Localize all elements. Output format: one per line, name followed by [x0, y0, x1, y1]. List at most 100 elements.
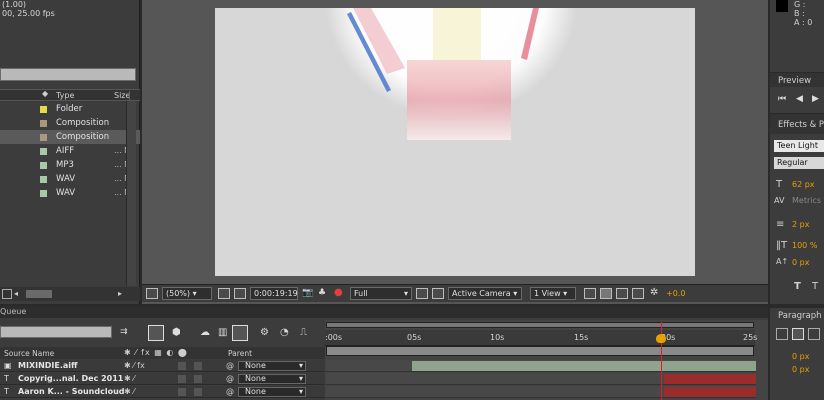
layer-track[interactable]	[326, 373, 756, 385]
graph-editor-icon[interactable]: ⎍	[300, 327, 307, 338]
project-item[interactable]: WAV ... M	[0, 172, 140, 186]
auto-keyframe-icon[interactable]: ◔	[280, 327, 289, 338]
camera-dropdown[interactable]: Active Camera ▾	[448, 287, 522, 300]
layer-switch-box[interactable]	[178, 375, 186, 383]
label-swatch[interactable]	[40, 134, 47, 141]
layer-switch-box[interactable]	[178, 388, 186, 396]
motion-blur-icon[interactable]	[232, 325, 248, 341]
pickwhip-icon[interactable]: @	[226, 374, 234, 383]
always-preview-icon[interactable]	[146, 288, 158, 299]
align-center-icon[interactable]	[792, 328, 804, 340]
frame-blending-icon[interactable]: ▥	[218, 327, 227, 338]
faux-bold-button[interactable]: T	[794, 281, 801, 292]
toggle-pixel-aspect-icon[interactable]	[584, 288, 596, 299]
baseline-shift-value[interactable]: 0 px	[792, 258, 809, 267]
scroll-right-icon[interactable]: ▸	[118, 289, 122, 298]
project-scrollbar[interactable]	[126, 101, 136, 286]
layer-row[interactable]: T Aaron K... - Soundcloud ✱ ⁄ @ None ▾	[0, 386, 325, 398]
view-layout-dropdown[interactable]: 1 View ▾	[530, 287, 576, 300]
label-column-icon[interactable]: ◆	[42, 89, 48, 98]
type-column-header[interactable]: Type	[56, 91, 74, 100]
time-navigator-bar[interactable]	[326, 346, 754, 356]
font-size-value[interactable]: 62 px	[792, 180, 815, 189]
indent-right-value[interactable]: 0 px	[792, 365, 809, 374]
layer-duration-bar[interactable]	[664, 374, 756, 384]
size-column-header[interactable]: Size	[114, 91, 130, 100]
layer-switches[interactable]: ✱ ⁄	[124, 387, 135, 396]
brainstorm-icon[interactable]: ⚙	[260, 327, 269, 338]
layer-switch-box[interactable]	[194, 375, 202, 383]
exposure-icon[interactable]: ✲	[650, 287, 658, 298]
label-swatch[interactable]	[40, 106, 47, 113]
faux-italic-button[interactable]: T	[812, 281, 818, 292]
region-of-interest-icon[interactable]	[234, 288, 246, 299]
label-swatch[interactable]	[40, 162, 47, 169]
layer-switch-box[interactable]	[194, 362, 202, 370]
parent-dropdown[interactable]: None ▾	[238, 374, 306, 384]
current-time-field[interactable]: 0:00:19:19	[250, 287, 298, 300]
pickwhip-icon[interactable]: @	[226, 387, 234, 396]
vertical-scale-value[interactable]: 100 %	[792, 241, 817, 250]
project-item[interactable]: MP3 ... M	[0, 158, 140, 172]
exposure-value[interactable]: +0.0	[666, 289, 685, 298]
comp-flowchart-icon[interactable]	[632, 288, 644, 299]
project-item-selected[interactable]: Composition	[0, 130, 140, 144]
composition-canvas[interactable]	[215, 8, 695, 276]
align-right-icon[interactable]	[808, 328, 820, 340]
scroll-left-icon[interactable]: ◂	[14, 289, 22, 299]
comp-mini-flowchart-icon[interactable]: ⇉	[120, 327, 128, 337]
resolution-dropdown[interactable]: Full ▾	[350, 287, 412, 300]
time-ruler[interactable]: :00s 05s 10s 15s 20s 25s	[325, 330, 757, 346]
pickwhip-icon[interactable]: @	[226, 361, 234, 370]
parent-dropdown[interactable]: None ▾	[238, 387, 306, 397]
layer-row[interactable]: T Copyrig...nal. Dec 2011 ✱ ⁄ @ None ▾	[0, 373, 325, 385]
project-item[interactable]: Composition	[0, 116, 140, 130]
current-time-indicator-handle[interactable]	[656, 334, 666, 343]
layer-track[interactable]	[326, 386, 756, 398]
indent-left-value[interactable]: 0 px	[792, 352, 809, 361]
layer-row[interactable]: ▣ MIXINDIE.aiff ✱ ⁄ fx @ None ▾	[0, 360, 325, 372]
font-family-field[interactable]: Teen Light	[774, 140, 824, 152]
target-region-icon[interactable]	[416, 288, 428, 299]
live-update-icon[interactable]	[148, 325, 164, 341]
stroke-width-value[interactable]: 2 px	[792, 220, 809, 229]
work-area-bar[interactable]	[326, 322, 754, 328]
fast-previews-icon[interactable]	[600, 288, 612, 299]
timeline-search-input[interactable]	[0, 326, 112, 338]
layer-switch-box[interactable]	[194, 388, 202, 396]
label-swatch[interactable]	[40, 120, 47, 127]
layer-switches[interactable]: ✱ ⁄	[124, 374, 135, 383]
label-swatch[interactable]	[40, 176, 47, 183]
layer-duration-bar[interactable]	[664, 387, 756, 397]
label-swatch[interactable]	[40, 190, 47, 197]
kerning-value[interactable]: Metrics	[792, 196, 821, 205]
transparency-grid-icon[interactable]	[432, 288, 444, 299]
layer-track[interactable]	[326, 360, 756, 372]
layer-duration-bar[interactable]	[412, 361, 756, 371]
layer-switch-box[interactable]	[178, 362, 186, 370]
project-settings-icon[interactable]	[2, 289, 12, 299]
font-style-field[interactable]: Regular	[774, 157, 824, 169]
project-item[interactable]: AIFF ... M	[0, 144, 140, 158]
snapshot-icon[interactable]: 📷	[302, 288, 313, 298]
render-queue-tab[interactable]: Queue	[0, 307, 26, 316]
layer-switches[interactable]: ✱ ⁄ fx	[124, 361, 145, 370]
play-icon[interactable]: ▶	[812, 94, 819, 104]
show-snapshot-icon[interactable]: ♣	[318, 288, 326, 298]
project-item[interactable]: Folder ⛶	[0, 102, 140, 116]
align-left-icon[interactable]	[776, 328, 788, 340]
parent-dropdown[interactable]: None ▾	[238, 361, 306, 371]
previous-frame-icon[interactable]: ◀	[796, 94, 803, 104]
project-item[interactable]: WAV ... M	[0, 186, 140, 200]
timeline-icon[interactable]	[616, 288, 628, 299]
project-search-input[interactable]	[0, 68, 136, 81]
parent-header[interactable]: Parent	[228, 349, 252, 358]
grid-icon[interactable]	[218, 288, 230, 299]
horizontal-scroll-thumb[interactable]	[26, 290, 52, 298]
source-name-header[interactable]: Source Name	[4, 349, 54, 358]
channel-icon[interactable]: ●	[334, 287, 343, 298]
effects-presets-tab[interactable]: Effects & Pre	[770, 114, 824, 134]
shy-layers-icon[interactable]: ☁	[200, 327, 210, 338]
draft-3d-icon[interactable]: ⬢	[172, 327, 181, 338]
first-frame-icon[interactable]: ⏮	[778, 94, 786, 104]
